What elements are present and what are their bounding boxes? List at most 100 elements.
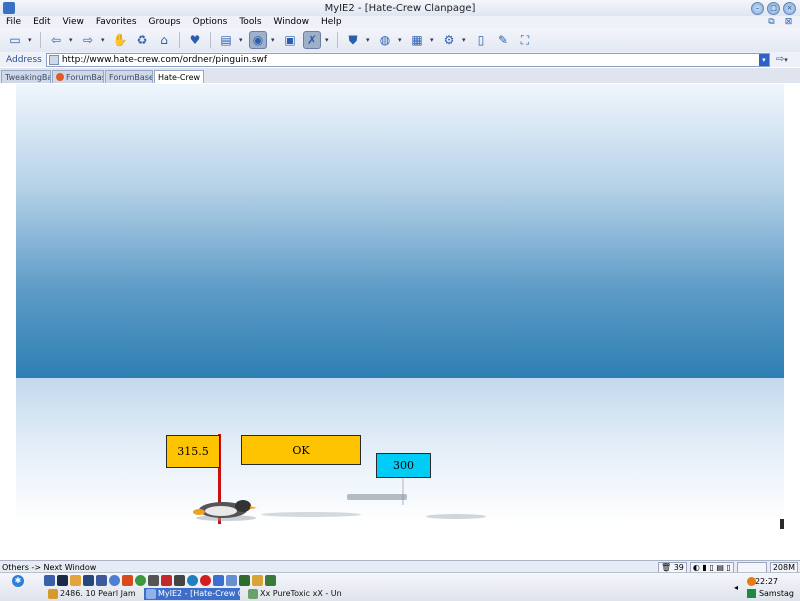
app-icon[interactable] [226,575,237,586]
mail-icon[interactable] [70,575,81,586]
tools-icon[interactable]: ✎ [494,31,512,49]
page-content: 315.5 OK 300 [0,84,800,560]
chevron-down-icon[interactable]: ▾ [758,53,769,66]
address-url[interactable]: http://www.hate-crew.com/ordner/pinguin.… [62,55,267,65]
flash-game[interactable]: 315.5 OK 300 [16,84,784,560]
maximize-icon[interactable]: □ [767,2,780,15]
back-icon[interactable]: ⇦ [47,31,65,49]
menu-window[interactable]: Window [268,17,316,27]
app-icon[interactable] [96,575,107,586]
refresh-icon[interactable]: ♻ [133,31,151,49]
app-icon[interactable] [265,575,276,586]
chevron-down-icon[interactable]: ▾ [784,56,790,64]
sign-pole [402,477,404,505]
separator [40,32,41,48]
app-icon[interactable] [187,575,198,586]
app-icon[interactable] [148,575,159,586]
tab-forumbase[interactable]: ForumBase [52,70,104,83]
target-sign: 300 [376,453,431,478]
flash-block-icon[interactable]: ✗ [303,31,321,49]
chevron-down-icon[interactable]: ▾ [462,36,468,44]
sign-shadow [347,494,407,500]
chevron-down-icon[interactable]: ▾ [101,36,107,44]
app-icon[interactable] [252,575,263,586]
page-icon[interactable]: ▤ [217,31,235,49]
clock: 22:27 [754,577,778,586]
tab-forumbase-2[interactable]: ForumBase - ... [105,70,153,83]
menu-favorites[interactable]: Favorites [90,17,143,27]
popup-blocker-icon[interactable]: ▣ [281,31,299,49]
app-icon[interactable] [44,575,55,586]
chevron-down-icon[interactable]: ▾ [325,36,331,44]
menu-tools[interactable]: Tools [233,17,267,27]
task-label: 2486. 10 Pearl Jam - O... [60,589,138,598]
tab-label: TweakingBas... [5,72,51,82]
status-icons[interactable]: ◐ ▮ ▯ ▤ ▯ [689,561,734,573]
globe-icon[interactable] [109,575,120,586]
grid-icon[interactable]: ▦ [408,31,426,49]
favorites-heart-icon[interactable]: ♥ [186,31,204,49]
restore-tabs-icon[interactable]: ⧉ [766,16,777,27]
tab-label: Hate-Crew Cla... [158,72,203,82]
menu-edit[interactable]: Edit [27,17,56,27]
app-icon[interactable] [122,575,133,586]
image-toggle-icon[interactable]: ◉ [249,31,267,49]
app-icon[interactable] [174,575,185,586]
menu-view[interactable]: View [57,17,90,27]
menu-groups[interactable]: Groups [143,17,187,27]
chevron-down-icon[interactable]: ▾ [239,36,245,44]
menu-options[interactable]: Options [187,17,234,27]
close-icon[interactable]: × [783,2,796,15]
tab-hate-crew[interactable]: Hate-Crew Cla... [154,70,204,83]
task-pearl-jam[interactable]: 2486. 10 Pearl Jam - O... [46,588,138,600]
status-text: Others -> Next Window [2,562,97,572]
task-puretoxic[interactable]: Xx PureToxic xX - Unt... [246,588,342,600]
chevron-down-icon[interactable]: ▾ [28,36,34,44]
chevron-down-icon[interactable]: ▾ [366,36,372,44]
tray-icon[interactable] [747,589,756,598]
distance-value: 315.5 [177,445,209,458]
chevron-down-icon[interactable]: ▾ [398,36,404,44]
tray-expand-icon[interactable]: ◂ [734,583,738,592]
settings-gears-icon[interactable]: ⚙ [440,31,458,49]
address-input[interactable]: http://www.hate-crew.com/ordner/pinguin.… [45,52,770,67]
menu-help[interactable]: Help [315,17,348,27]
save-icon[interactable]: ▯ [472,31,490,49]
chevron-down-icon[interactable]: ▾ [271,36,277,44]
globe-icon[interactable]: ◍ [376,31,394,49]
forward-icon[interactable]: ⇨ [79,31,97,49]
task-myie2[interactable]: MyIE2 - [Hate-Crew Cl... [144,588,240,600]
separator [337,32,338,48]
new-window-icon[interactable]: ▭ [6,31,24,49]
shield-icon[interactable]: ⛊ [344,31,362,49]
tab-tweakingbase[interactable]: TweakingBas... [1,70,51,83]
close-tab-icon[interactable]: ⊠ [783,16,794,27]
app-icon[interactable] [239,575,250,586]
window-controls: – □ × [751,2,796,15]
title-bar: MyIE2 - [Hate-Crew Clanpage] – □ × [0,0,800,17]
trash-counter[interactable]: 🗑 39 [658,561,687,573]
chevron-down-icon[interactable]: ▾ [69,36,75,44]
home-icon[interactable]: ⌂ [155,31,173,49]
separator [179,32,180,48]
app-icon[interactable] [135,575,146,586]
app-icon[interactable] [200,575,211,586]
go-icon[interactable]: ⇨ [776,54,784,65]
app-icon[interactable] [213,575,224,586]
tab-bar: TweakingBas... ForumBase ForumBase - ...… [0,68,800,83]
app-icon [48,589,58,599]
ftp-icon[interactable] [83,575,94,586]
page-icon [48,54,59,65]
ok-label: OK [292,443,310,457]
chevron-down-icon[interactable]: ▾ [430,36,436,44]
ok-button[interactable]: OK [241,435,361,465]
app-icon[interactable] [57,575,68,586]
stop-hand-icon[interactable]: ✋ [111,31,129,49]
app-icon[interactable] [161,575,172,586]
distance-sign: 315.5 [166,435,220,468]
menu-file[interactable]: File [0,17,27,27]
memory-usage: 208M [769,561,798,573]
minimize-icon[interactable]: – [751,2,764,15]
start-icon[interactable]: ✱ [12,575,24,587]
fullscreen-icon[interactable]: ⛶ [516,31,534,49]
